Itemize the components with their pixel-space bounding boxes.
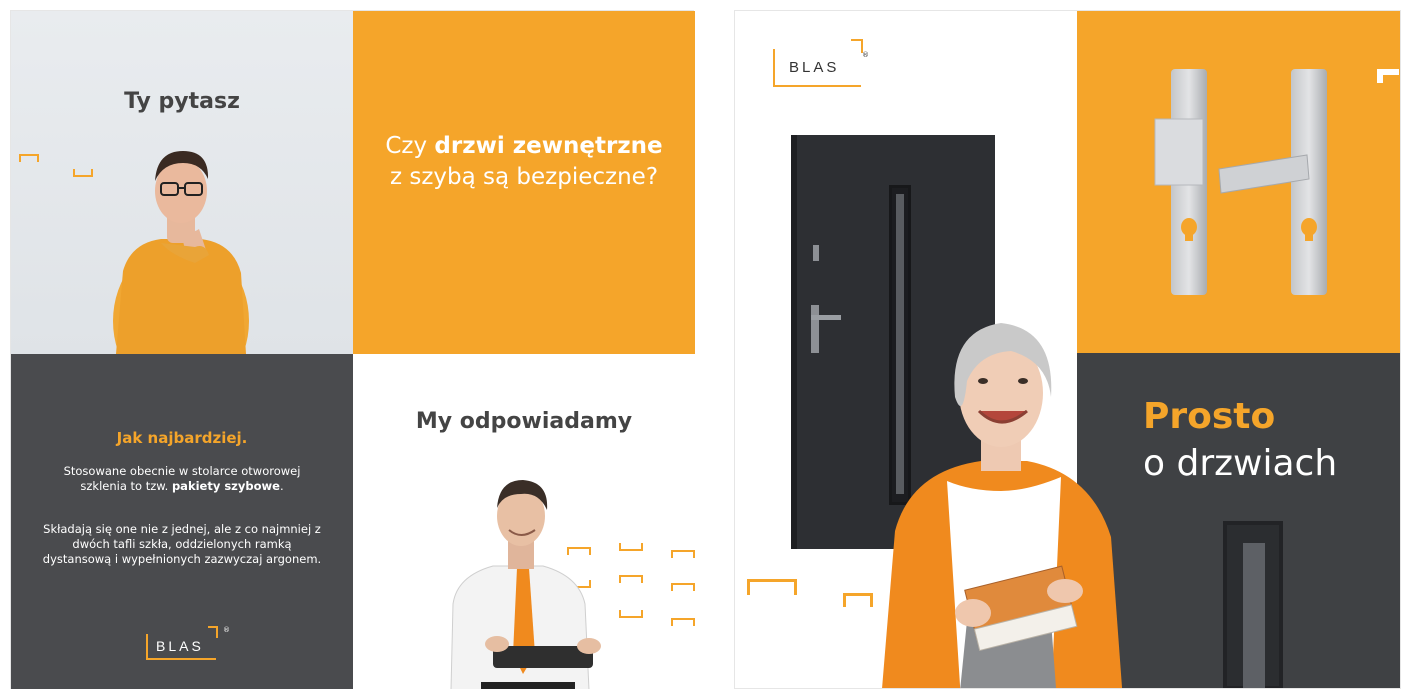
lock-icon xyxy=(813,245,819,261)
answer-paragraph-1: Stosowane obecnie w stolarce otworowej s… xyxy=(63,464,301,493)
thinking-man-photo xyxy=(113,151,249,354)
bracket-icon xyxy=(599,304,629,312)
bracket-icon xyxy=(747,579,797,595)
answer-heading: Jak najbardziej. xyxy=(116,429,248,447)
blas-logo: BLAS ® xyxy=(773,39,869,87)
headline-bold: Prosto xyxy=(1143,396,1276,437)
page: Ty pytasz Czy drzwi zewnętrzne z szybą s… xyxy=(0,0,1401,689)
headline-regular: o drzwiach xyxy=(1143,443,1338,484)
door-handle xyxy=(811,315,841,320)
blas-logo: BLAS ® xyxy=(146,626,230,660)
small-door-image xyxy=(1223,521,1283,688)
poster-right: BLAS ® Prosto o drzwiach xyxy=(734,10,1401,689)
answer-quadrant: Jak najbardziej. Stosowane obecnie w sto… xyxy=(11,354,353,689)
answering-man-illustration xyxy=(450,480,601,689)
bracket-icon xyxy=(651,293,681,301)
woman-with-catalog-illustration xyxy=(882,323,1123,688)
question-text-quadrant: Czy drzwi zewnętrzne z szybą są bezpiecz… xyxy=(353,11,695,354)
question-quadrant: Ty pytasz xyxy=(11,11,353,354)
infographic-left: Ty pytasz Czy drzwi zewnętrzne z szybą s… xyxy=(10,10,695,689)
answer-paragraph-2: Składają się one nie z jednej, ale z co … xyxy=(42,522,322,566)
question-text: Czy drzwi zewnętrzne z szybą są bezpiecz… xyxy=(385,133,663,190)
reply-quadrant: My odpowiadamy xyxy=(353,354,695,689)
